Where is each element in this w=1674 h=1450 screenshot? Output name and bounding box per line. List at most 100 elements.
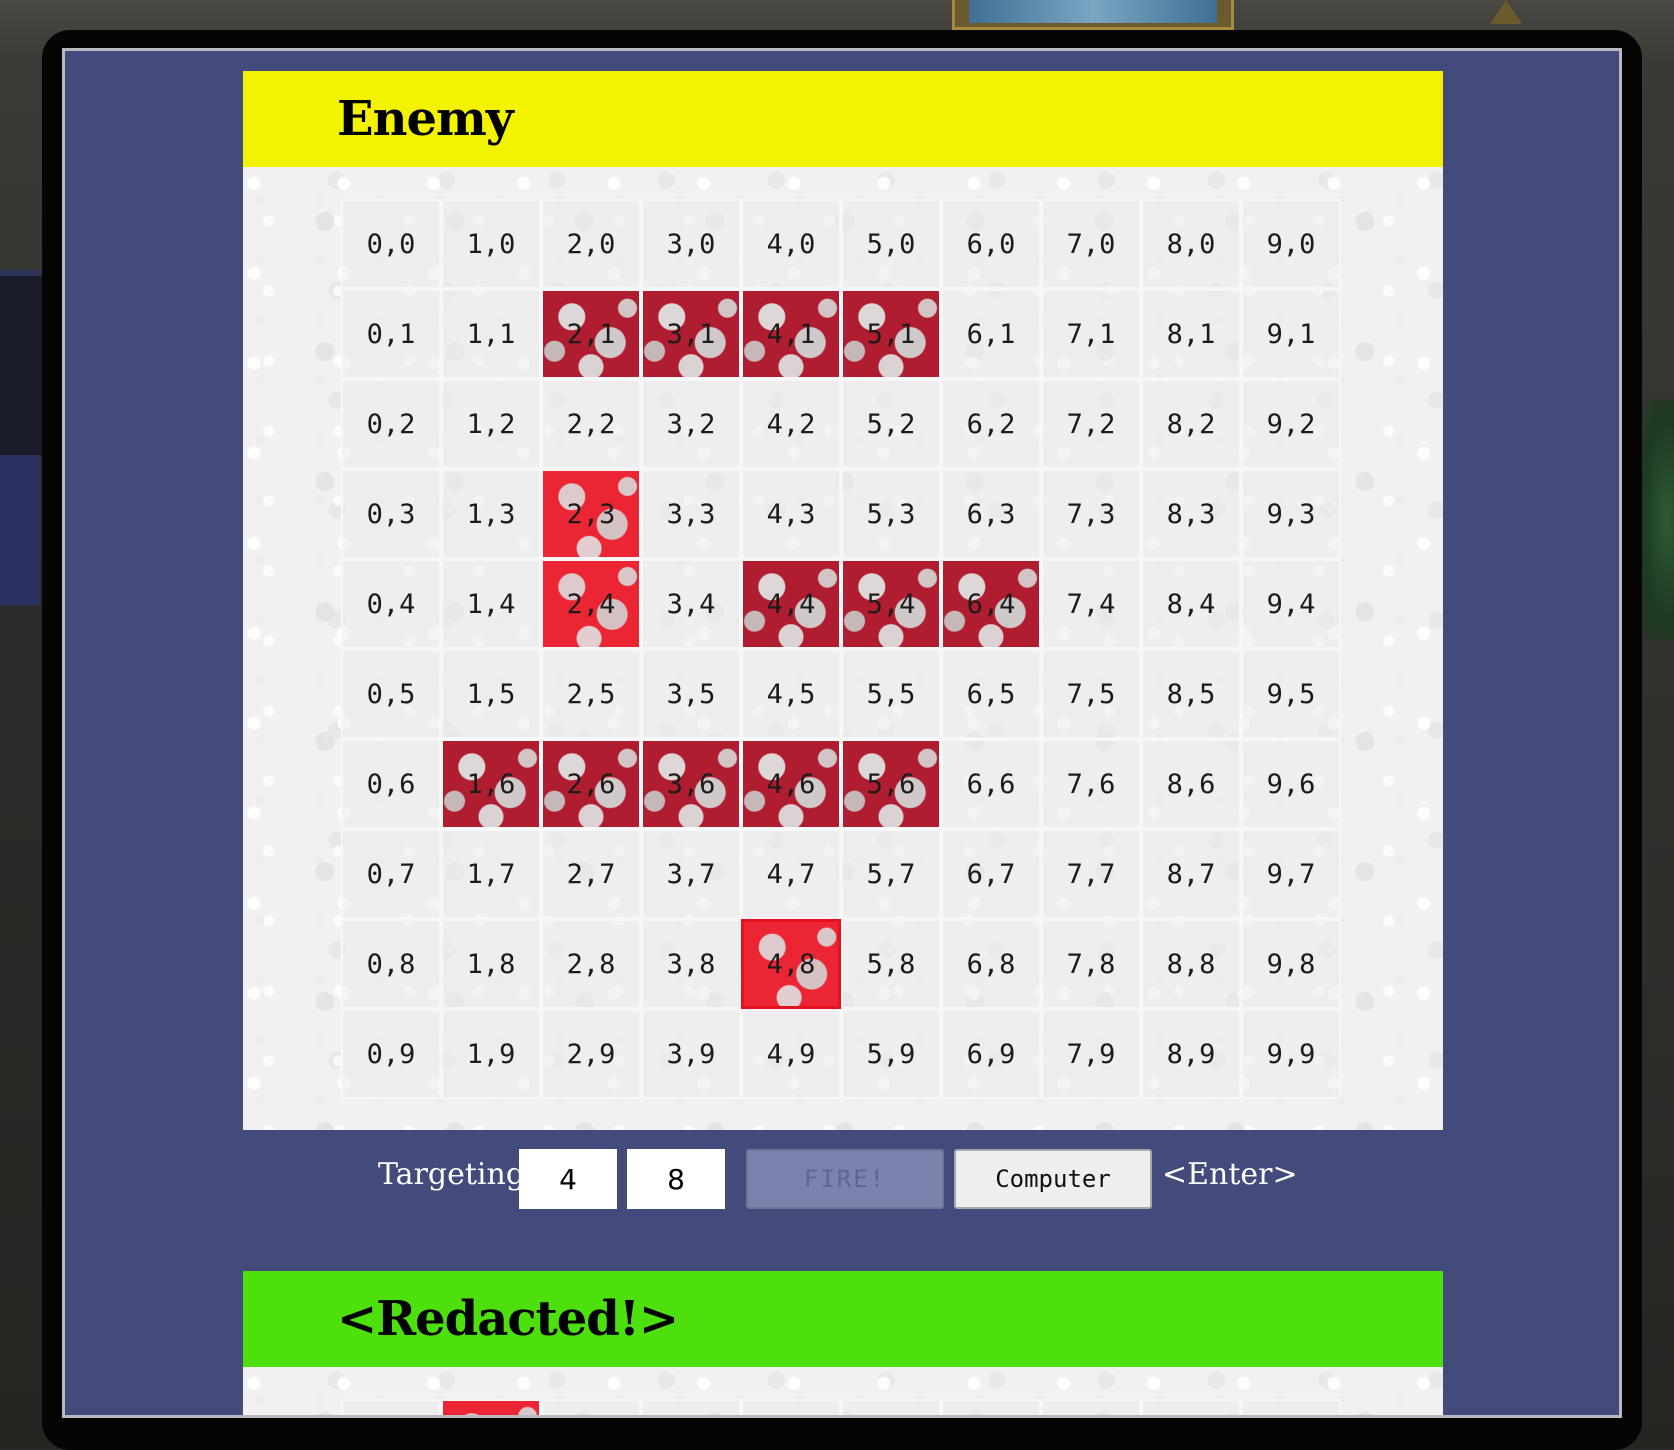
enemy-cell[interactable]: 2,2 [541, 379, 641, 469]
enemy-cell[interactable]: 3,7 [641, 829, 741, 919]
enemy-cell[interactable]: 7,0 [1041, 199, 1141, 289]
enemy-cell[interactable]: 8,4 [1141, 559, 1241, 649]
enemy-cell[interactable]: 1,3 [441, 469, 541, 559]
enemy-cell[interactable]: 4,4 [741, 559, 841, 649]
enemy-cell[interactable]: 8,1 [1141, 289, 1241, 379]
enemy-cell[interactable]: 8,0 [1141, 199, 1241, 289]
enemy-cell[interactable]: 2,1 [541, 289, 641, 379]
enemy-cell[interactable]: 5,7 [841, 829, 941, 919]
enemy-cell[interactable]: 8,7 [1141, 829, 1241, 919]
enemy-cell[interactable]: 5,3 [841, 469, 941, 559]
enemy-cell[interactable]: 2,8 [541, 919, 641, 1009]
enemy-cell[interactable]: 6,1 [941, 289, 1041, 379]
enemy-cell[interactable]: 0,5 [341, 649, 441, 739]
enemy-cell[interactable]: 8,3 [1141, 469, 1241, 559]
enemy-cell[interactable]: 4,7 [741, 829, 841, 919]
enemy-cell[interactable]: 9,7 [1241, 829, 1341, 919]
enemy-cell[interactable]: 3,9 [641, 1009, 741, 1099]
enemy-cell[interactable]: 2,0 [541, 199, 641, 289]
enemy-cell[interactable]: 0,8 [341, 919, 441, 1009]
enemy-cell[interactable]: 1,1 [441, 289, 541, 379]
enemy-cell[interactable]: 4,9 [741, 1009, 841, 1099]
enemy-cell[interactable]: 6,3 [941, 469, 1041, 559]
target-x-input[interactable] [519, 1149, 617, 1209]
target-y-input[interactable] [627, 1149, 725, 1209]
enemy-cell[interactable]: 1,4 [441, 559, 541, 649]
enemy-cell[interactable]: 5,9 [841, 1009, 941, 1099]
enemy-cell[interactable]: 1,8 [441, 919, 541, 1009]
enemy-cell[interactable]: 6,4 [941, 559, 1041, 649]
enemy-cell[interactable]: 4,3 [741, 469, 841, 559]
enemy-cell[interactable]: 6,6 [941, 739, 1041, 829]
enemy-cell[interactable]: 4,5 [741, 649, 841, 739]
enemy-cell[interactable]: 6,0 [941, 199, 1041, 289]
enemy-cell[interactable]: 2,9 [541, 1009, 641, 1099]
enemy-cell[interactable]: 5,4 [841, 559, 941, 649]
enemy-cell[interactable]: 1,6 [441, 739, 541, 829]
enemy-cell[interactable]: 4,0 [741, 199, 841, 289]
enemy-cell[interactable]: 9,6 [1241, 739, 1341, 829]
enemy-cell[interactable]: 1,9 [441, 1009, 541, 1099]
enemy-cell[interactable]: 6,2 [941, 379, 1041, 469]
enemy-cell[interactable]: 8,6 [1141, 739, 1241, 829]
enemy-cell[interactable]: 0,6 [341, 739, 441, 829]
enemy-cell[interactable]: 7,4 [1041, 559, 1141, 649]
computer-button[interactable]: Computer [954, 1149, 1152, 1209]
enemy-cell[interactable]: 8,2 [1141, 379, 1241, 469]
enemy-cell[interactable]: 5,2 [841, 379, 941, 469]
enemy-cell[interactable]: 0,7 [341, 829, 441, 919]
fire-button[interactable]: FIRE! [746, 1149, 944, 1209]
enemy-cell[interactable]: 7,7 [1041, 829, 1141, 919]
enemy-cell[interactable]: 9,9 [1241, 1009, 1341, 1099]
enemy-cell[interactable]: 1,0 [441, 199, 541, 289]
enemy-cell[interactable]: 0,4 [341, 559, 441, 649]
enemy-cell[interactable]: 9,4 [1241, 559, 1341, 649]
enemy-cell[interactable]: 3,0 [641, 199, 741, 289]
enemy-cell[interactable]: 7,5 [1041, 649, 1141, 739]
enemy-cell[interactable]: 2,5 [541, 649, 641, 739]
enemy-cell[interactable]: 1,5 [441, 649, 541, 739]
enemy-cell[interactable]: 0,9 [341, 1009, 441, 1099]
enemy-cell[interactable]: 9,2 [1241, 379, 1341, 469]
enemy-cell[interactable]: 3,2 [641, 379, 741, 469]
enemy-cell[interactable]: 9,8 [1241, 919, 1341, 1009]
enemy-cell[interactable]: 6,9 [941, 1009, 1041, 1099]
enemy-cell[interactable]: 5,6 [841, 739, 941, 829]
enemy-cell[interactable]: 8,8 [1141, 919, 1241, 1009]
enemy-cell[interactable]: 5,8 [841, 919, 941, 1009]
enemy-cell[interactable]: 5,5 [841, 649, 941, 739]
enemy-cell[interactable]: 4,1 [741, 289, 841, 379]
enemy-cell[interactable]: 2,7 [541, 829, 641, 919]
enemy-cell[interactable]: 5,0 [841, 199, 941, 289]
enemy-cell[interactable]: 0,2 [341, 379, 441, 469]
enemy-cell[interactable]: 6,7 [941, 829, 1041, 919]
enemy-cell[interactable]: 2,3 [541, 469, 641, 559]
enemy-cell[interactable]: 7,2 [1041, 379, 1141, 469]
enemy-cell[interactable]: 8,9 [1141, 1009, 1241, 1099]
enemy-cell[interactable]: 7,6 [1041, 739, 1141, 829]
enemy-cell[interactable]: 2,6 [541, 739, 641, 829]
enemy-cell[interactable]: 4,6 [741, 739, 841, 829]
enemy-cell[interactable]: 6,8 [941, 919, 1041, 1009]
enemy-cell[interactable]: 7,8 [1041, 919, 1141, 1009]
enemy-cell[interactable]: 3,8 [641, 919, 741, 1009]
enemy-cell[interactable]: 3,6 [641, 739, 741, 829]
enemy-cell[interactable]: 2,4 [541, 559, 641, 649]
enemy-cell[interactable]: 0,1 [341, 289, 441, 379]
enemy-cell[interactable]: 7,9 [1041, 1009, 1141, 1099]
enemy-cell[interactable]: 9,1 [1241, 289, 1341, 379]
enemy-cell[interactable]: 4,2 [741, 379, 841, 469]
enemy-cell[interactable]: 0,0 [341, 199, 441, 289]
enemy-cell[interactable]: 7,1 [1041, 289, 1141, 379]
enemy-cell[interactable]: 3,5 [641, 649, 741, 739]
enemy-cell[interactable]: 3,1 [641, 289, 741, 379]
enemy-cell[interactable]: 8,5 [1141, 649, 1241, 739]
enemy-cell[interactable]: 5,1 [841, 289, 941, 379]
enemy-cell[interactable]: 9,5 [1241, 649, 1341, 739]
enemy-cell[interactable]: 3,3 [641, 469, 741, 559]
enemy-cell[interactable]: 1,2 [441, 379, 541, 469]
enemy-cell[interactable]: 7,3 [1041, 469, 1141, 559]
enemy-cell[interactable]: 4,8 [741, 919, 841, 1009]
enemy-cell[interactable]: 0,3 [341, 469, 441, 559]
enemy-cell[interactable]: 3,4 [641, 559, 741, 649]
